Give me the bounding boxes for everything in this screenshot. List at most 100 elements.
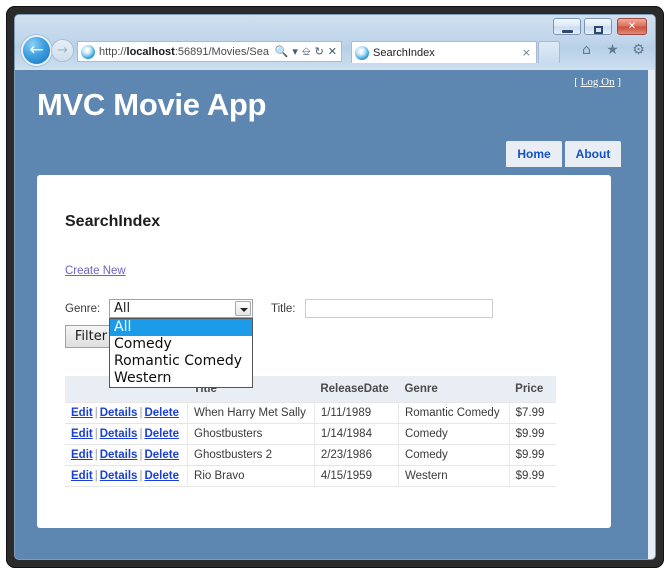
- browser-window: ✕ ← → http://localhost:56891/Movies/Sea …: [15, 15, 655, 559]
- minimize-button[interactable]: [553, 18, 581, 35]
- action-separator: |: [93, 428, 100, 440]
- delete-link[interactable]: Delete: [144, 470, 179, 482]
- row-actions: Edit|Details|Delete: [65, 424, 188, 445]
- content-panel: SearchIndex Create New Genre: All All Co…: [37, 175, 611, 528]
- th-genre: Genre: [398, 376, 509, 403]
- new-tab-button[interactable]: [538, 41, 560, 63]
- details-link[interactable]: Details: [100, 449, 138, 461]
- browser-chrome: ✕ ← → http://localhost:56891/Movies/Sea …: [15, 15, 655, 70]
- nav-tab-home[interactable]: Home: [506, 141, 562, 167]
- site-header: [ Log On ] MVC Movie App Home About: [15, 70, 648, 175]
- nav-tab-about[interactable]: About: [565, 141, 621, 167]
- edit-link[interactable]: Edit: [71, 449, 93, 461]
- url-text: http://localhost:56891/Movies/Sea: [99, 46, 275, 58]
- cell-title: Ghostbusters 2: [188, 445, 315, 466]
- cell-title: Rio Bravo: [188, 466, 315, 487]
- tools-gear-icon[interactable]: ⚙: [630, 42, 647, 59]
- maximize-button[interactable]: [584, 18, 612, 35]
- stop-icon[interactable]: ✕: [328, 45, 337, 58]
- details-link[interactable]: Details: [100, 428, 138, 440]
- cell-price: $9.99: [509, 424, 556, 445]
- search-icon[interactable]: 🔍: [275, 45, 289, 58]
- edit-link[interactable]: Edit: [71, 407, 93, 419]
- back-arrow-icon: ←: [23, 37, 50, 64]
- edit-link[interactable]: Edit: [71, 470, 93, 482]
- table-row: Edit|Details|Delete Ghostbusters 1/14/19…: [65, 424, 556, 445]
- address-bar-icons: 🔍 ▾ ⎒ ↻ ✕: [275, 45, 341, 59]
- tab-title: SearchIndex: [373, 47, 522, 59]
- th-release-date: ReleaseDate: [314, 376, 398, 403]
- favorites-star-icon[interactable]: ★: [604, 42, 621, 59]
- action-separator: |: [93, 407, 100, 419]
- genre-option-western[interactable]: Western: [110, 370, 252, 387]
- table-body: Edit|Details|Delete When Harry Met Sally…: [65, 403, 556, 487]
- title-search-input[interactable]: [305, 299, 493, 318]
- chevron-down-icon[interactable]: ▾: [292, 45, 298, 58]
- page-title: SearchIndex: [65, 213, 160, 231]
- movies-table: Title ReleaseDate Genre Price Edit|Detai…: [65, 376, 556, 487]
- tab-close-icon[interactable]: ×: [522, 46, 536, 59]
- cell-genre: Romantic Comedy: [398, 403, 509, 424]
- logon-link[interactable]: Log On: [581, 76, 615, 88]
- delete-link[interactable]: Delete: [144, 428, 179, 440]
- cell-price: $9.99: [509, 466, 556, 487]
- cell-release-date: 1/11/1989: [314, 403, 398, 424]
- table-row: Edit|Details|Delete Ghostbusters 2 2/23/…: [65, 445, 556, 466]
- genre-option-all[interactable]: All: [110, 319, 252, 336]
- cell-price: $9.99: [509, 445, 556, 466]
- close-icon: ✕: [618, 19, 646, 34]
- main-navigation: Home About: [503, 141, 621, 167]
- cell-price: $7.99: [509, 403, 556, 424]
- cell-genre: Comedy: [398, 424, 509, 445]
- action-separator: |: [93, 449, 100, 461]
- action-separator: |: [93, 470, 100, 482]
- browser-toolbar-icons: ⌂ ★ ⚙: [578, 42, 647, 59]
- edit-link[interactable]: Edit: [71, 428, 93, 440]
- details-link[interactable]: Details: [100, 470, 138, 482]
- maximize-icon: [585, 26, 611, 34]
- home-icon[interactable]: ⌂: [578, 42, 595, 59]
- table-row: Edit|Details|Delete When Harry Met Sally…: [65, 403, 556, 424]
- select-chevron-down-icon[interactable]: [235, 301, 251, 316]
- forward-arrow-icon: →: [52, 40, 73, 61]
- close-window-button[interactable]: ✕: [617, 18, 647, 35]
- cell-title: Ghostbusters: [188, 424, 315, 445]
- cell-release-date: 2/23/1986: [314, 445, 398, 466]
- internet-explorer-icon: [81, 45, 95, 59]
- cell-genre: Western: [398, 466, 509, 487]
- page-background: [ Log On ] MVC Movie App Home About Sear…: [15, 70, 648, 559]
- cell-release-date: 1/14/1984: [314, 424, 398, 445]
- create-new-link[interactable]: Create New: [65, 265, 126, 277]
- genre-label: Genre:: [65, 303, 100, 315]
- site-title: MVC Movie App: [37, 87, 266, 123]
- tab-strip: SearchIndex ×: [351, 41, 537, 63]
- delete-link[interactable]: Delete: [144, 449, 179, 461]
- genre-select[interactable]: All: [109, 299, 253, 318]
- row-actions: Edit|Details|Delete: [65, 403, 188, 424]
- tab-favicon-icon: [355, 46, 369, 60]
- vertical-scrollbar[interactable]: [648, 70, 655, 559]
- details-link[interactable]: Details: [100, 407, 138, 419]
- cell-release-date: 4/15/1959: [314, 466, 398, 487]
- th-price: Price: [509, 376, 556, 403]
- browser-tab-searchindex[interactable]: SearchIndex ×: [351, 41, 537, 63]
- browser-window-frame: ✕ ← → http://localhost:56891/Movies/Sea …: [6, 6, 664, 568]
- logon-bracket-close: ]: [615, 76, 621, 88]
- delete-link[interactable]: Delete: [144, 407, 179, 419]
- cell-title: When Harry Met Sally: [188, 403, 315, 424]
- genre-select-value: All: [114, 301, 130, 316]
- genre-dropdown-options[interactable]: All Comedy Romantic Comedy Western: [109, 318, 253, 388]
- row-actions: Edit|Details|Delete: [65, 445, 188, 466]
- title-label: Title:: [271, 303, 296, 315]
- page-viewport: [ Log On ] MVC Movie App Home About Sear…: [15, 70, 655, 559]
- title-bar: ✕: [15, 15, 655, 37]
- forward-button[interactable]: →: [52, 40, 73, 61]
- back-button[interactable]: ←: [23, 37, 50, 64]
- address-bar[interactable]: http://localhost:56891/Movies/Sea 🔍 ▾ ⎒ …: [77, 41, 342, 62]
- compatibility-view-icon[interactable]: ⎒: [302, 45, 311, 59]
- genre-option-comedy[interactable]: Comedy: [110, 336, 252, 353]
- table-row: Edit|Details|Delete Rio Bravo 4/15/1959 …: [65, 466, 556, 487]
- refresh-icon[interactable]: ↻: [315, 45, 324, 58]
- genre-option-romantic-comedy[interactable]: Romantic Comedy: [110, 353, 252, 370]
- logon-section: [ Log On ]: [574, 76, 621, 88]
